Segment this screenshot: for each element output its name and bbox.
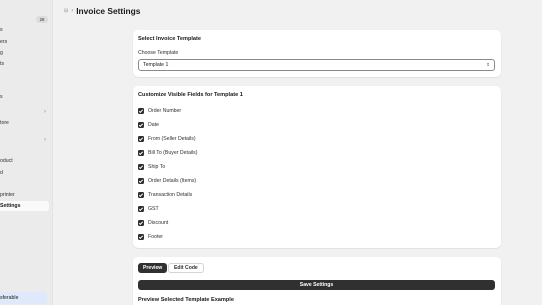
checkbox-checked[interactable] — [138, 192, 144, 198]
checkbox-checked[interactable] — [138, 234, 144, 240]
sidebar-item-bottom[interactable]: sferable — [0, 292, 47, 304]
visible-fields-card: Customize Visible Fields for Template 1 … — [133, 86, 501, 248]
field-checkbox-row[interactable]: Ship To — [138, 163, 165, 171]
field-checkbox-row[interactable]: Transaction Details — [138, 191, 192, 199]
select-chevron-icon: ⇕ — [486, 62, 490, 67]
field-label: From (Seller Details) — [148, 136, 196, 142]
field-label: Bill To (Buyer Details) — [148, 150, 198, 156]
sidebar-item-7[interactable]: oduct — [0, 156, 13, 166]
sidebar-badge: 28 — [36, 16, 48, 23]
field-checkbox-row[interactable]: Order Details (Items) — [138, 177, 196, 185]
checkbox-checked[interactable] — [138, 220, 144, 226]
field-label: Order Number — [148, 108, 182, 114]
field-label: Transaction Details — [148, 192, 193, 198]
sidebar-item-9[interactable]: printer — [0, 190, 15, 200]
select-template-card: Select Invoice Template Choose Template … — [133, 30, 501, 77]
field-checkbox-row[interactable]: Discount — [138, 219, 168, 227]
checkbox-checked[interactable] — [138, 164, 144, 170]
sidebar-item-2[interactable]: ers — [0, 37, 7, 47]
field-checkbox-row[interactable]: From (Seller Details) — [138, 135, 196, 143]
field-label: Ship To — [148, 164, 166, 170]
field-label: Discount — [148, 220, 169, 226]
sidebar-item-5[interactable]: s — [0, 92, 3, 102]
chevron-right-icon[interactable]: › — [44, 137, 46, 143]
sidebar-item-8[interactable]: d — [0, 168, 3, 178]
sidebar: 28 s ers g ts s › tore › oduct d printer… — [0, 0, 53, 305]
field-label: Order Details (Items) — [148, 178, 197, 184]
visible-fields-title: Customize Visible Fields for Template 1 — [138, 92, 243, 98]
select-template-title: Select Invoice Template — [138, 36, 202, 42]
sidebar-item-3[interactable]: g — [0, 48, 3, 58]
template-select-value: Template 1 — [143, 62, 169, 68]
template-select[interactable]: Template 1 ⇕ — [138, 59, 495, 71]
checkbox-checked[interactable] — [138, 122, 144, 128]
field-checkbox-row[interactable]: Order Number — [138, 107, 181, 115]
checkbox-checked[interactable] — [138, 178, 144, 184]
preview-card: Preview Edit Code Save Settings Preview … — [133, 257, 501, 305]
checkbox-checked[interactable] — [138, 150, 144, 156]
preview-title: Preview Selected Template Example — [138, 297, 234, 303]
sidebar-item-4[interactable]: ts — [0, 59, 4, 69]
checkbox-checked[interactable] — [138, 108, 144, 114]
field-checkbox-row[interactable]: Bill To (Buyer Details) — [138, 149, 198, 157]
field-label: GST — [148, 206, 159, 212]
field-label: Date — [148, 122, 159, 128]
sidebar-toggle-icon[interactable]: ⊟ — [64, 8, 68, 14]
tab-preview[interactable]: Preview — [138, 263, 168, 273]
sidebar-item-settings[interactable]: Settings — [0, 201, 49, 211]
page-header: ⊟ › Invoice Settings — [64, 6, 140, 16]
tab-edit-code[interactable]: Edit Code — [168, 263, 204, 273]
page-title: Invoice Settings — [76, 6, 141, 16]
checkbox-checked[interactable] — [138, 136, 144, 142]
save-settings-button[interactable]: Save Settings — [138, 280, 495, 290]
field-label: Footer — [148, 234, 163, 240]
checkbox-checked[interactable] — [138, 206, 144, 212]
field-checkbox-row[interactable]: Date — [138, 121, 159, 129]
choose-template-label: Choose Template — [138, 50, 179, 56]
field-checkbox-row[interactable]: GST — [138, 205, 159, 213]
chevron-right-icon[interactable]: › — [44, 109, 46, 115]
breadcrumb-separator-icon: › — [71, 8, 74, 14]
sidebar-item-1[interactable]: s — [0, 25, 3, 35]
sidebar-item-6[interactable]: tore — [0, 118, 9, 128]
field-checkbox-row[interactable]: Footer — [138, 233, 163, 241]
